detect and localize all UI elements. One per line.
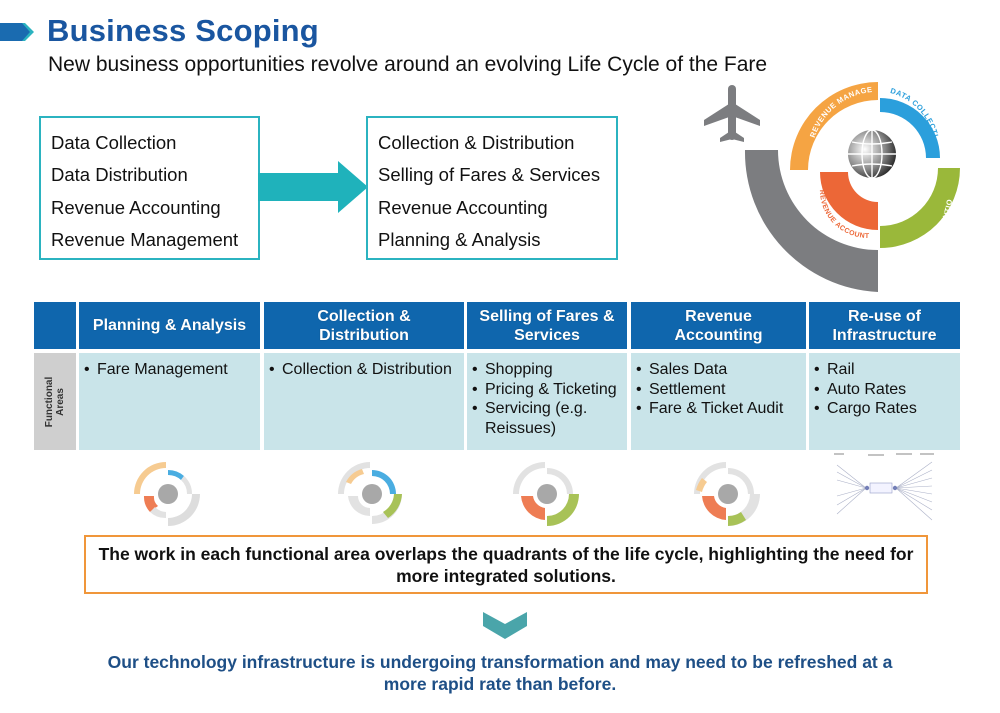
callout-box: The work in each functional area overlap…	[84, 535, 928, 594]
row-label-text: Areas	[55, 387, 66, 416]
mini-lifecycle-revenue-icon	[694, 462, 760, 526]
mini-lifecycle-selling-icon	[513, 462, 579, 526]
conclusion-line: Our technology infrastructure is undergo…	[107, 652, 893, 672]
mini-lifecycle-collection-icon	[338, 462, 402, 524]
future-area-item: Collection & Distribution	[378, 132, 575, 153]
mini-infrastructure-network-icon	[834, 453, 934, 521]
fare-lifecycle-diagram: REVENUE MANAGEMENT DATA COLLECTION DATA …	[690, 70, 960, 292]
list-item: Rail	[814, 360, 960, 380]
future-area-item: Revenue Accounting	[378, 196, 548, 218]
table-cell: Rail Auto Rates Cargo Rates	[809, 353, 960, 450]
row-label-text: Functional	[44, 376, 55, 427]
list-item: Fare & Ticket Audit	[636, 399, 806, 419]
column-header-text: Re-use of	[848, 307, 921, 325]
list-item: Auto Rates	[814, 380, 960, 400]
column-header-planning-analysis: Planning & Analysis	[79, 302, 260, 349]
globe-icon	[848, 129, 896, 179]
column-header-text: Accounting	[674, 326, 763, 344]
column-header-text: Revenue	[685, 307, 752, 325]
conclusion-line: more rapid rate than before.	[383, 674, 617, 694]
table-cell: Shopping Pricing & Ticketing Servicing (…	[467, 353, 627, 450]
list-item: Settlement	[636, 380, 806, 400]
list-item: Shopping	[472, 360, 627, 380]
row-label-functional-areas: Functional Areas	[34, 353, 76, 450]
list-item-continuation: Reissues)	[485, 419, 557, 437]
table-cell: Collection & Distribution	[264, 353, 464, 450]
current-area-item: Data Distribution	[51, 164, 188, 186]
list-item: Pricing & Ticketing	[472, 380, 627, 400]
list-item: Collection & Distribution	[269, 360, 464, 380]
column-header-collection-distribution: Collection & Distribution	[264, 302, 464, 349]
column-header-text: Infrastructure	[832, 326, 937, 344]
future-areas-box: Collection & Distribution Selling of Far…	[366, 116, 618, 260]
list-item: Sales Data	[636, 360, 806, 380]
revenue-accounting-segment	[820, 172, 878, 230]
list-item: Cargo Rates	[814, 399, 960, 419]
current-area-item: Revenue Management	[51, 228, 239, 250]
list-item: Servicing (e.g.	[472, 399, 627, 419]
callout-text: The work in each functional area overlap…	[98, 543, 914, 586]
table-cell: Fare Management	[79, 353, 260, 450]
column-header-text: Selling of Fares &	[479, 307, 615, 325]
current-areas-box: Data Collection Data Distribution Revenu…	[39, 116, 260, 260]
airplane-icon	[704, 85, 760, 142]
current-area-item: Revenue Accounting	[51, 196, 221, 218]
list-item: Fare Management	[84, 360, 260, 380]
column-header-revenue-accounting: Revenue Accounting	[631, 302, 806, 349]
future-area-item: Planning & Analysis	[378, 228, 541, 250]
future-area-item: Selling of Fares & Services	[378, 164, 601, 186]
title-marker-icon	[0, 23, 34, 41]
conclusion-text: Our technology infrastructure is undergo…	[30, 651, 970, 695]
page-title: Business Scoping	[47, 13, 319, 48]
column-header-text: Planning & Analysis	[92, 317, 247, 334]
current-area-item: Data Collection	[51, 132, 177, 153]
column-header-reuse-infrastructure: Re-use of Infrastructure	[809, 302, 960, 349]
transition-arrow-icon	[258, 161, 368, 213]
chevron-down-icon	[483, 612, 527, 639]
table-cell: Sales Data Settlement Fare & Ticket Audi…	[631, 353, 806, 450]
page-subtitle: New business opportunities revolve aroun…	[48, 53, 768, 76]
column-header-text: Collection &	[317, 307, 411, 325]
table-header-corner	[34, 302, 76, 349]
column-header-selling-fares-services: Selling of Fares & Services	[467, 302, 627, 349]
mini-lifecycle-planning-icon	[134, 462, 200, 526]
column-header-text: Distribution	[319, 326, 409, 344]
column-header-text: Services	[514, 326, 580, 344]
